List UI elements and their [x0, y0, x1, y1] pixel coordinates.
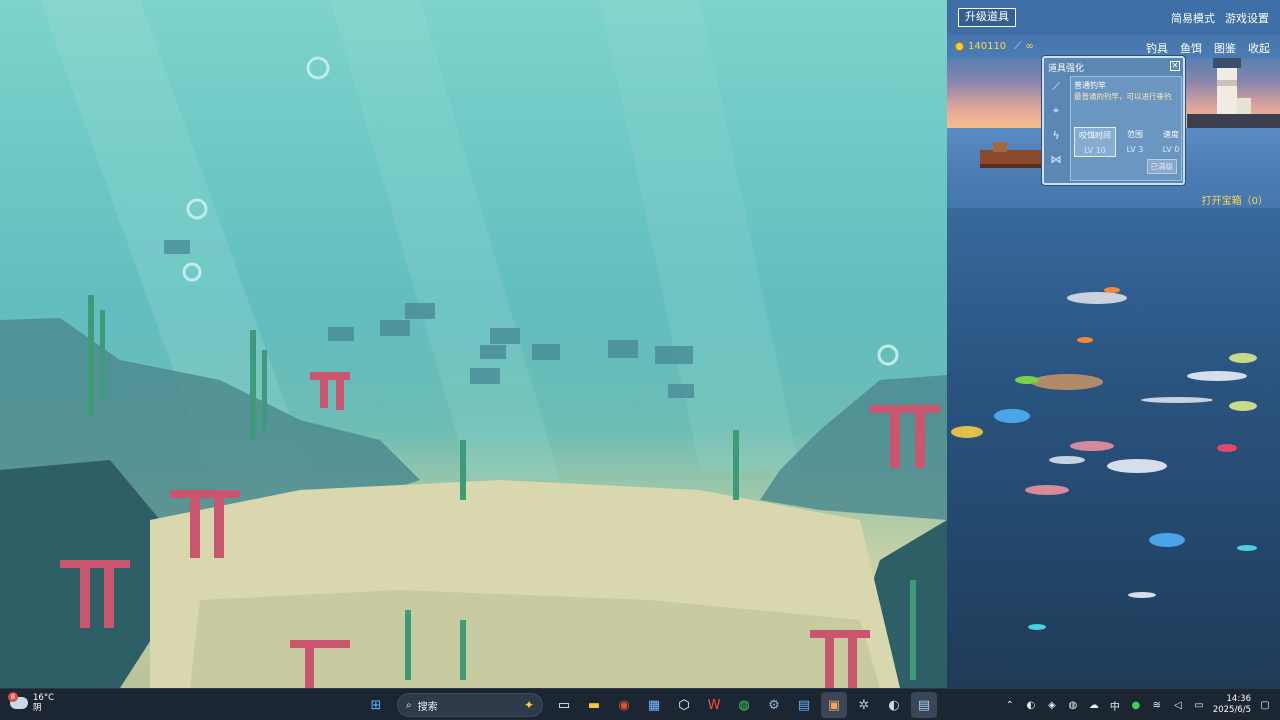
coin-counter: 140110 ⟋ ∞	[955, 41, 1034, 52]
game-icon[interactable]: ▣	[821, 692, 847, 718]
clock-date: 2025/6/5	[1212, 705, 1251, 715]
rod-count: ∞	[1025, 41, 1034, 52]
stat-level: LV 0	[1162, 145, 1180, 154]
store-icon[interactable]: ▦	[641, 692, 667, 718]
file-explorer-icon[interactable]: ▬	[581, 692, 607, 718]
stat-label: 咬饵时间	[1079, 131, 1111, 140]
copilot-icon: ✦	[523, 698, 534, 712]
stat-level: LV 10	[1084, 146, 1106, 155]
search-placeholder: 搜索	[417, 701, 438, 713]
desktop-screen: 升级道具 简易模式 游戏设置 140110 ⟋ ∞ 钓具 鱼饵 图鉴 收起 打开…	[0, 0, 1280, 720]
wechat-icon[interactable]: ◍	[731, 692, 757, 718]
taskbar-search[interactable]: ⌕ 搜索 ✦	[397, 693, 543, 717]
wifi-icon[interactable]: ≋	[1150, 698, 1164, 712]
stat-level: LV 3	[1126, 145, 1144, 154]
taskbar-apps: ⊞ ⌕ 搜索 ✦ ▭ ▬ ◉ ▦ ⬡ W ◍ ⚙ ▤ ▣ ✲ ◐ ▤	[363, 692, 937, 718]
weather-text: 16°C 阴	[33, 693, 54, 713]
stat-label: 范围	[1127, 130, 1143, 139]
menu-encyclopedia[interactable]: 图鉴	[1214, 40, 1236, 56]
wechat-tray-icon[interactable]: ◍	[1066, 698, 1080, 712]
onedrive-icon[interactable]: ☁	[1087, 698, 1101, 712]
stat-bite-time[interactable]: 咬饵时间 LV 10	[1074, 127, 1116, 157]
desktop-wallpaper	[0, 0, 947, 688]
game-menu: 钓具 鱼饵 图鉴 收起	[1146, 40, 1270, 56]
system-tray: ⌃ ◐ ◈ ◍ ☁ 中 ● ≋ ◁ ▭ 14:36 2025/6/5 ▢	[1003, 694, 1272, 716]
target-slot-icon[interactable]: ⌖	[1047, 100, 1065, 122]
weather-condition: 阴	[33, 703, 42, 713]
chevron-up-icon[interactable]: ⌃	[1003, 698, 1017, 712]
green-app-icon[interactable]: ●	[1129, 698, 1143, 712]
rod-name: 普通钓竿	[1074, 81, 1106, 90]
wps-icon[interactable]: W	[701, 692, 727, 718]
notepad-icon[interactable]: ▤	[791, 692, 817, 718]
app-icon[interactable]: ⬡	[671, 692, 697, 718]
clock-time: 14:36	[1226, 694, 1252, 704]
simple-mode-link[interactable]: 简易模式	[1171, 10, 1215, 26]
windows-start-icon[interactable]: ⊞	[363, 692, 389, 718]
weather-badge: 8	[8, 692, 18, 702]
stat-speed[interactable]: 速度 LV 0	[1154, 127, 1188, 157]
task-view-icon[interactable]: ▭	[551, 692, 577, 718]
menu-collapse[interactable]: 收起	[1248, 40, 1270, 56]
coin-value: 140110	[968, 41, 1007, 52]
fishing-rod-icon: ⟋	[1014, 41, 1022, 52]
panel-title: 道具强化	[1048, 64, 1085, 74]
underwater-scene-art	[0, 0, 947, 688]
menu-gear[interactable]: 钓具	[1146, 40, 1168, 56]
weather-temp: 16°C	[33, 693, 55, 703]
volume-icon[interactable]: ◁	[1171, 698, 1185, 712]
net-slot-icon[interactable]: ⋈	[1047, 148, 1065, 170]
tool-list: ⟋ ⌖ ϟ ⋈	[1047, 76, 1067, 172]
rod-stats: 咬饵时间 LV 10 范围 LV 3 速度 LV 0	[1074, 127, 1188, 157]
notification-icon[interactable]: ▢	[1258, 698, 1272, 712]
open-chest-button[interactable]: 打开宝箱（0）	[1202, 192, 1268, 207]
coin-icon	[955, 42, 964, 51]
fishing-game-icon[interactable]: ▤	[911, 692, 937, 718]
ime-indicator[interactable]: 中	[1108, 698, 1122, 713]
fishing-game-window: 升级道具 简易模式 游戏设置 140110 ⟋ ∞ 钓具 鱼饵 图鉴 收起 打开…	[947, 0, 1280, 688]
search-icon: ⌕	[406, 699, 412, 711]
rod-details: 普通钓竿 最普通的钓竿，可以进行垂钓 咬饵时间 LV 10 范围 LV 3 速度…	[1070, 76, 1182, 181]
windows-taskbar: 8 16°C 阴 ⊞ ⌕ 搜索 ✦ ▭ ▬ ◉ ▦ ⬡ W ◍ ⚙ ▤ ▣ ✲	[0, 688, 1280, 720]
settings-app-icon[interactable]: ✲	[851, 692, 877, 718]
steam-tray-icon[interactable]: ◐	[1024, 698, 1038, 712]
weather-widget[interactable]: 8 16°C 阴	[8, 692, 54, 713]
cloud-icon: 8	[8, 692, 28, 709]
maxed-button[interactable]: 已满级	[1146, 159, 1177, 174]
lightning-rod-slot-icon[interactable]: ϟ	[1047, 124, 1065, 146]
fishing-rod-slot-icon[interactable]: ⟋	[1047, 76, 1065, 98]
fish-school-art	[951, 287, 1257, 630]
upgrade-items-button[interactable]: 升级道具	[958, 8, 1016, 27]
app-tray-icon[interactable]: ◈	[1045, 698, 1059, 712]
stat-label: 速度	[1163, 130, 1179, 139]
game-top-bar: 升级道具 简易模式 游戏设置	[947, 0, 1280, 34]
steam-icon[interactable]: ◐	[881, 692, 907, 718]
chrome-icon[interactable]: ◉	[611, 692, 637, 718]
rod-description: 最普通的钓竿，可以进行垂钓	[1074, 92, 1172, 101]
upgrade-panel: 道具强化 ✕ ⟋ ⌖ ϟ ⋈ 普通钓竿 最普通的钓竿，可以进行垂钓 咬饵时间 L…	[1042, 56, 1185, 185]
battery-icon[interactable]: ▭	[1192, 698, 1206, 712]
clock[interactable]: 14:36 2025/6/5	[1213, 694, 1251, 716]
settings-icon[interactable]: ⚙	[761, 692, 787, 718]
close-icon[interactable]: ✕	[1170, 61, 1180, 71]
game-sub-bar: 140110 ⟋ ∞ 钓具 鱼饵 图鉴 收起	[947, 38, 1280, 56]
top-links: 简易模式 游戏设置	[1171, 10, 1269, 26]
game-settings-link[interactable]: 游戏设置	[1225, 10, 1269, 26]
stat-range[interactable]: 范围 LV 3	[1118, 127, 1152, 157]
menu-bait[interactable]: 鱼饵	[1180, 40, 1202, 56]
